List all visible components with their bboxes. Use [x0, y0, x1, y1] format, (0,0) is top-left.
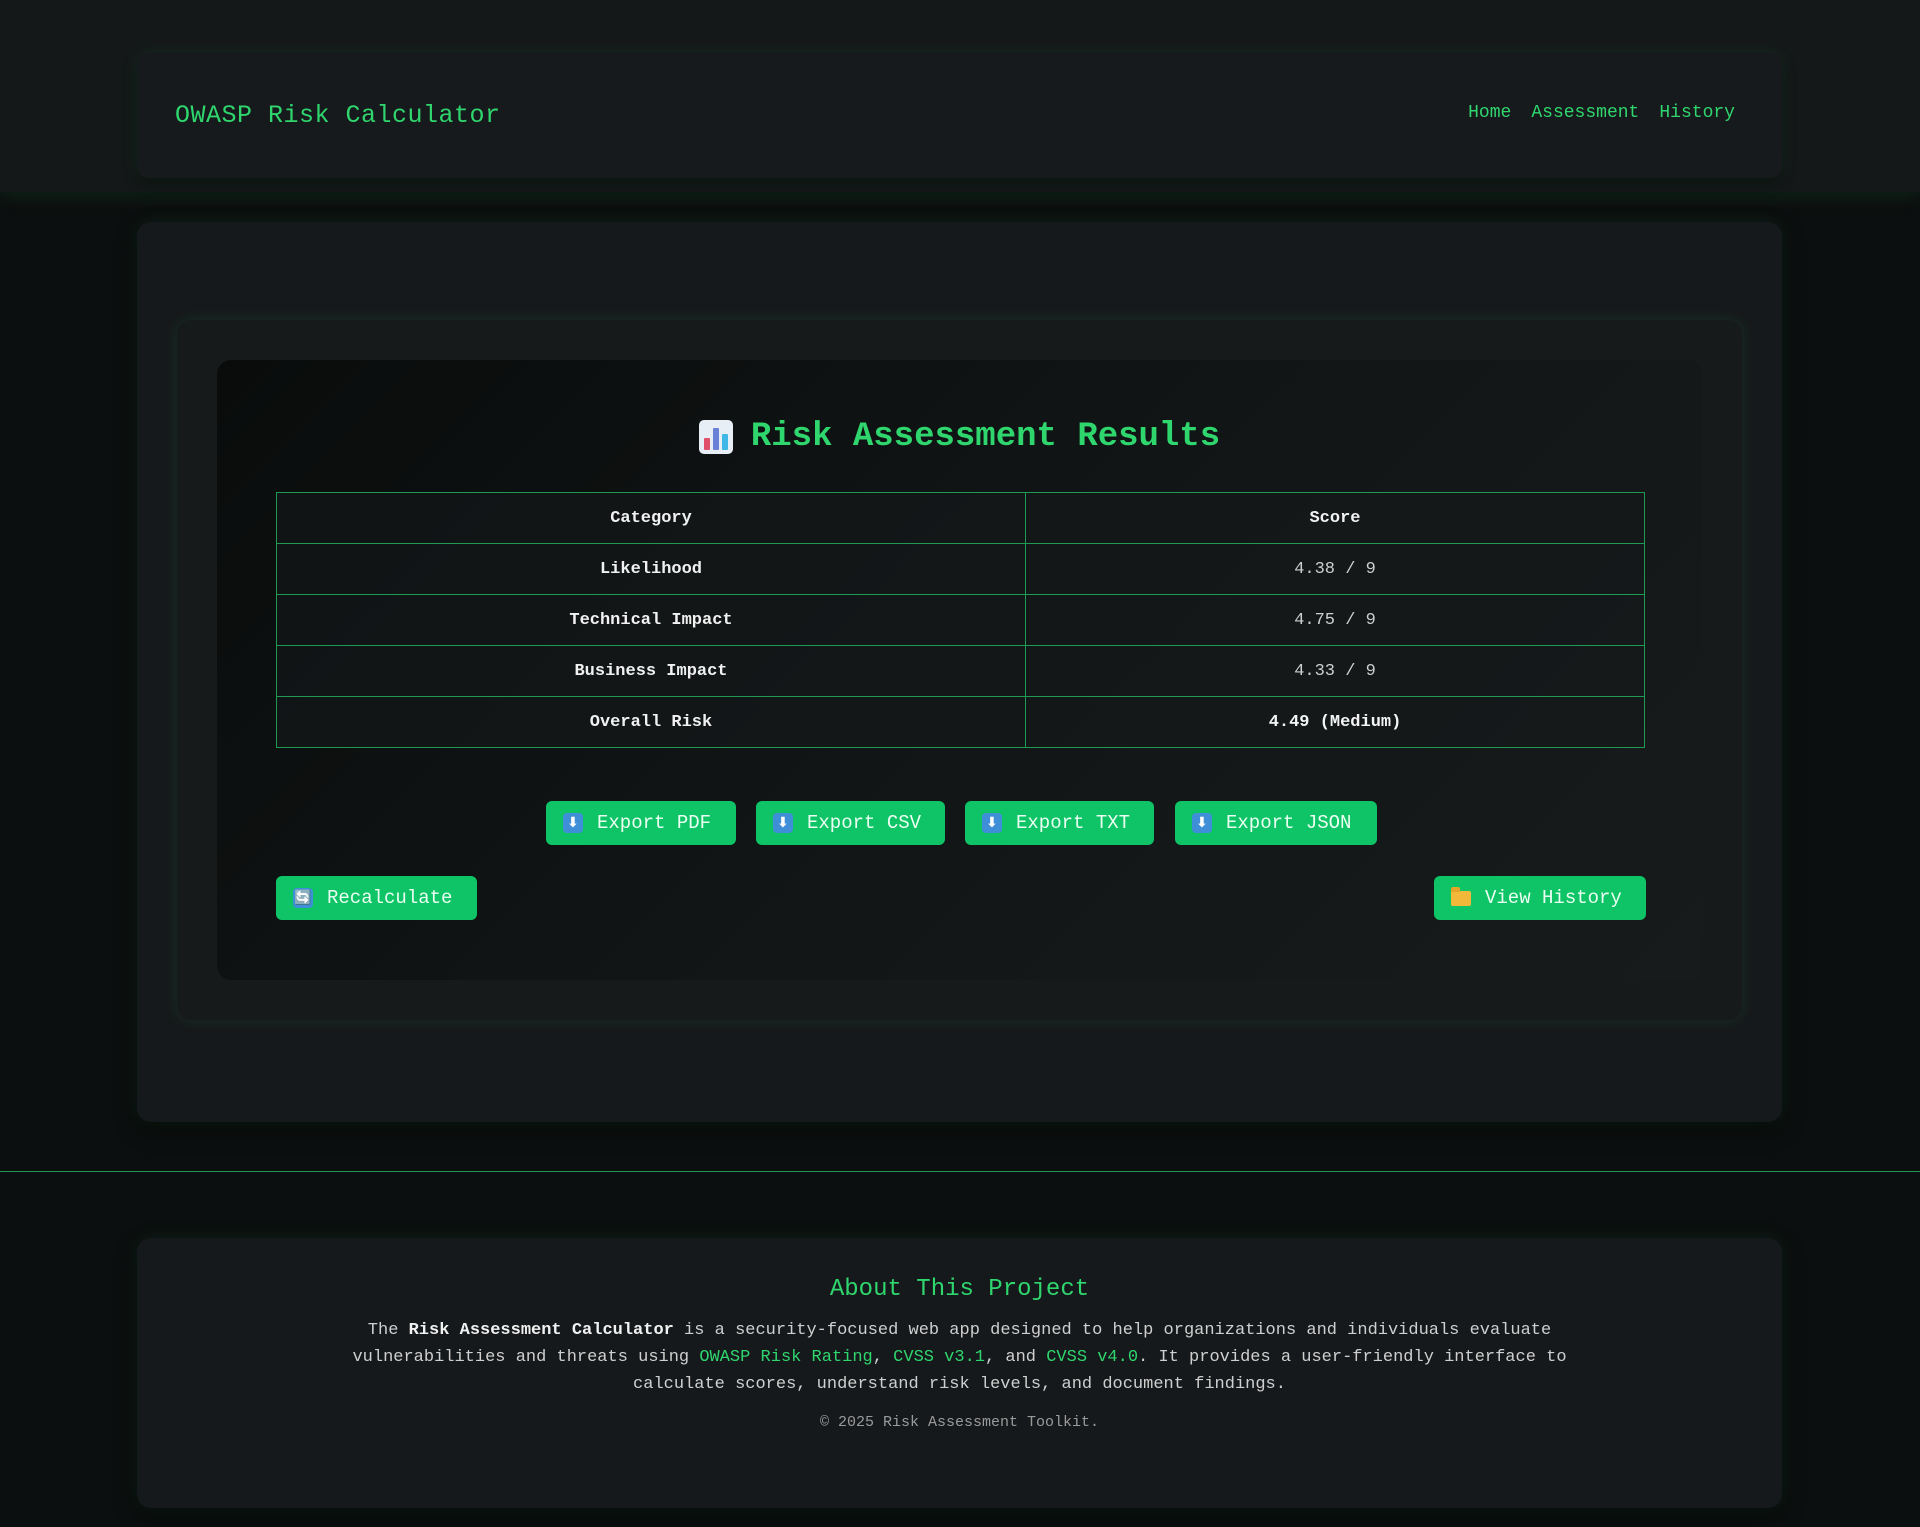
about-card: About This Project The Risk Assessment C…	[137, 1238, 1782, 1508]
recalculate-label: Recalculate	[327, 887, 453, 909]
cvss31-link[interactable]: CVSS v3.1	[893, 1348, 985, 1367]
export-csv-button[interactable]: ⬇ Export CSV	[756, 801, 945, 845]
column-header-score: Score	[1025, 492, 1645, 544]
table-row: Technical Impact 4.75 / 9	[276, 594, 1645, 646]
copyright: © 2025 Risk Assessment Toolkit.	[819, 1414, 1100, 1431]
nav-link-history[interactable]: History	[1659, 103, 1735, 123]
results-heading: Risk Assessment Results	[217, 418, 1702, 456]
download-arrow-icon: ⬇	[563, 813, 583, 833]
refresh-icon: 🔄	[293, 888, 313, 908]
about-text: ,	[872, 1348, 894, 1367]
export-txt-button[interactable]: ⬇ Export TXT	[965, 801, 1154, 845]
column-header-category: Category	[276, 492, 1026, 544]
recalculate-button[interactable]: 🔄 Recalculate	[276, 876, 477, 920]
results-panel: Risk Assessment Results Category Score L…	[217, 360, 1702, 980]
nav-link-home[interactable]: Home	[1468, 103, 1511, 123]
download-arrow-icon: ⬇	[982, 813, 1002, 833]
table-header-row: Category Score	[276, 492, 1645, 544]
category-cell: Likelihood	[276, 543, 1026, 595]
bar-chart-icon	[698, 420, 733, 454]
about-title: About This Project	[829, 1276, 1090, 1303]
owasp-link[interactable]: OWASP Risk Rating	[699, 1348, 872, 1367]
overall-risk-score: 4.49 (Medium)	[1025, 696, 1645, 748]
main-card: Risk Assessment Results Category Score L…	[137, 222, 1782, 1122]
table-row: Overall Risk 4.49 (Medium)	[276, 696, 1645, 748]
results-table: Category Score Likelihood 4.38 / 9 Techn…	[276, 492, 1645, 748]
export-csv-label: Export CSV	[807, 812, 922, 834]
about-text: , and	[985, 1348, 1047, 1367]
section-divider	[0, 1171, 1920, 1172]
about-text: The	[367, 1321, 409, 1340]
about-description: The Risk Assessment Calculator is a secu…	[320, 1317, 1600, 1398]
app-name: Risk Assessment Calculator	[408, 1321, 674, 1340]
export-pdf-button[interactable]: ⬇ Export PDF	[546, 801, 736, 845]
score-cell: 4.33 / 9	[1025, 645, 1645, 697]
score-cell: 4.38 / 9	[1025, 543, 1645, 595]
view-history-button[interactable]: View History	[1434, 876, 1646, 920]
nav-links: Home Assessment History	[1468, 103, 1735, 123]
export-pdf-label: Export PDF	[597, 812, 712, 834]
table-row: Business Impact 4.33 / 9	[276, 645, 1645, 697]
view-history-label: View History	[1485, 887, 1622, 909]
table-row: Likelihood 4.38 / 9	[276, 543, 1645, 595]
brand-title[interactable]: OWASP Risk Calculator	[175, 101, 501, 130]
download-arrow-icon: ⬇	[773, 813, 793, 833]
cvss40-link[interactable]: CVSS v4.0	[1046, 1348, 1138, 1367]
category-cell: Overall Risk	[276, 696, 1026, 748]
nav-link-assessment[interactable]: Assessment	[1531, 103, 1639, 123]
navbar: OWASP Risk Calculator Home Assessment Hi…	[137, 53, 1782, 178]
export-json-button[interactable]: ⬇ Export JSON	[1175, 801, 1377, 845]
export-json-label: Export JSON	[1226, 812, 1352, 834]
inner-card: Risk Assessment Results Category Score L…	[177, 320, 1742, 1020]
category-cell: Technical Impact	[276, 594, 1026, 646]
download-arrow-icon: ⬇	[1192, 813, 1212, 833]
score-cell: 4.75 / 9	[1025, 594, 1645, 646]
results-title: Risk Assessment Results	[750, 418, 1221, 456]
folder-icon	[1451, 886, 1471, 906]
export-txt-label: Export TXT	[1016, 812, 1131, 834]
category-cell: Business Impact	[276, 645, 1026, 697]
